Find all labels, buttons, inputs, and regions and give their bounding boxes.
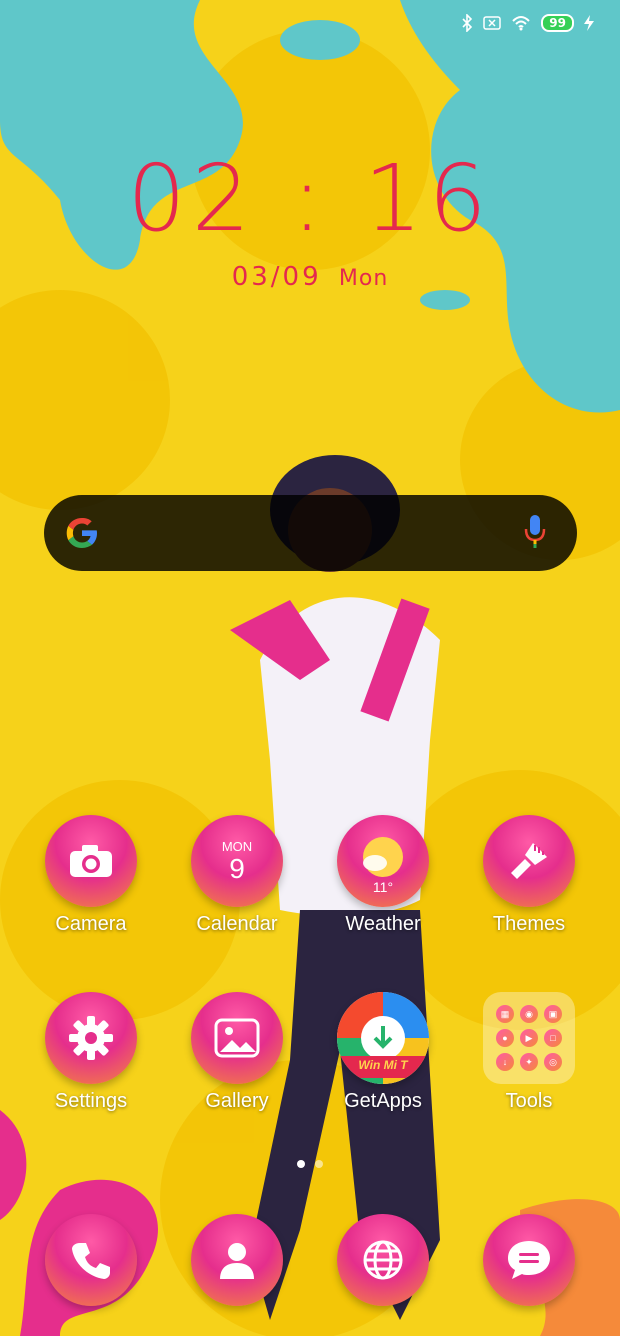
app-calendar[interactable]: MON 9 Calendar [172,815,302,936]
recorder-icon: ◉ [520,1005,538,1023]
image-icon [191,992,283,1084]
app-label: GetApps [344,1090,422,1112]
app-themes[interactable]: Themes [464,815,594,936]
clock-time[interactable]: 02 : 16 [0,145,620,252]
app-tools-folder[interactable]: ▦ ◉ ▣ ● ▶ □ ↓ ✦ ◎ Tools [464,992,594,1113]
date-text: 03/09 [231,262,322,292]
app-label: Settings [54,1090,128,1112]
brush-icon [483,815,575,907]
dock-phone[interactable] [26,1214,156,1306]
calendar-month: MON [221,838,253,854]
page-dot[interactable] [315,1160,323,1168]
wifi-icon [512,16,531,31]
sim-icon [483,16,502,30]
weather-temp: 11° [372,879,394,895]
calculator-icon: ▦ [496,1005,514,1023]
charging-icon [584,15,594,31]
calendar-icon: MON 9 [191,815,283,907]
weather-icon: 11° [337,815,429,907]
scanner-icon: □ [544,1029,562,1047]
compass-icon: ✦ [520,1053,538,1071]
browser-icon [337,1214,429,1306]
mic-icon: ● [496,1029,514,1047]
page-dot[interactable] [297,1160,305,1168]
screenshot-icon: ▣ [544,1005,562,1023]
calendar-day: 9 [229,852,245,884]
app-label: Weather [345,913,421,935]
weekday-text: Mon [338,266,389,291]
google-search-bar[interactable] [44,495,577,571]
app-label: Gallery [205,1090,269,1112]
getapps-icon: Win Mi T [337,992,429,1084]
clock-date[interactable]: 03/09 Mon [0,262,620,292]
app-gallery[interactable]: Gallery [172,992,302,1113]
getapps-badge: Win Mi T [358,1058,408,1072]
status-bar: 99 [461,14,594,32]
cleaner-icon: ◎ [544,1053,562,1071]
app-label: Camera [55,913,127,935]
app-getapps[interactable]: Win Mi T GetApps [318,992,448,1113]
app-label: Tools [505,1090,553,1112]
app-label: Calendar [196,913,278,935]
phone-icon [45,1214,137,1306]
gear-icon [45,992,137,1084]
bluetooth-icon [462,14,473,32]
battery-indicator: 99 [541,14,574,32]
folder-icon: ▦ ◉ ▣ ● ▶ □ ↓ ✦ ◎ [483,992,575,1084]
video-icon: ▶ [520,1029,538,1047]
messages-icon [483,1214,575,1306]
download-icon: ↓ [496,1053,514,1071]
app-weather[interactable]: 11° Weather [318,815,448,936]
app-camera[interactable]: Camera [26,815,156,936]
mic-icon[interactable] [523,513,547,551]
dock-browser[interactable] [318,1214,448,1306]
dock-messages[interactable] [464,1214,594,1306]
page-indicator [0,1160,620,1168]
contacts-icon [191,1214,283,1306]
app-settings[interactable]: Settings [26,992,156,1113]
dock-contacts[interactable] [172,1214,302,1306]
camera-icon [45,815,137,907]
app-label: Themes [492,913,566,935]
google-logo [66,518,97,548]
